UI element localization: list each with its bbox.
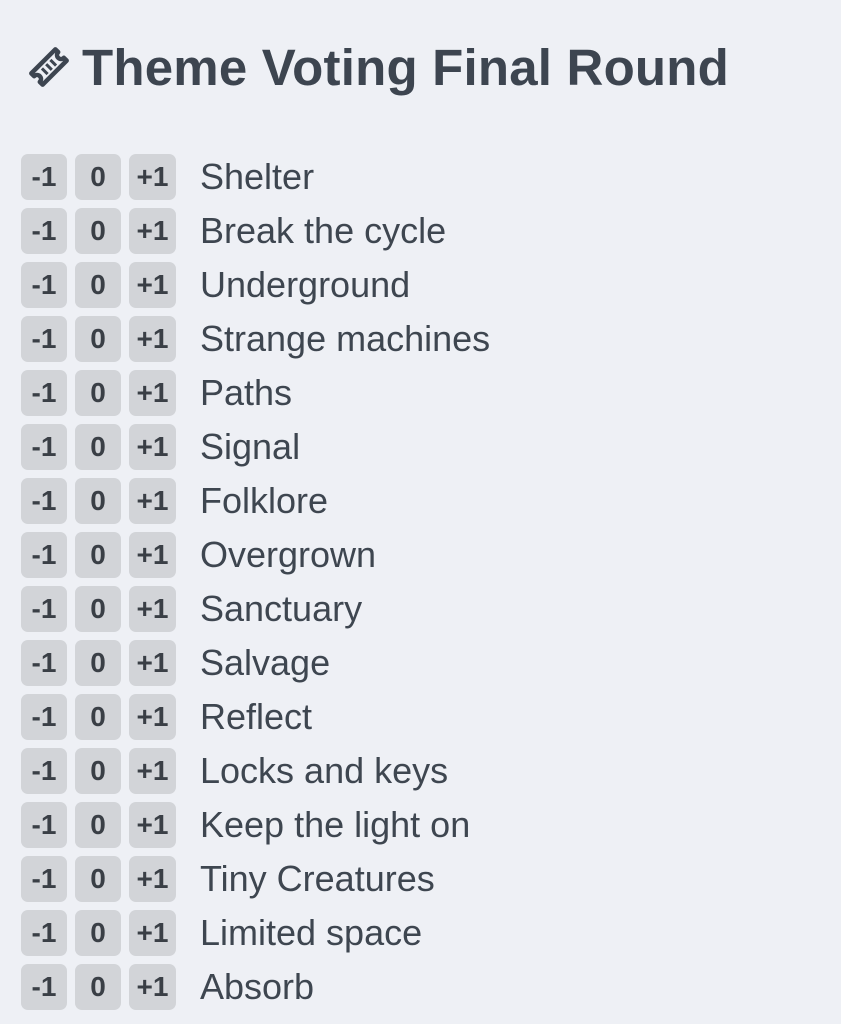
- theme-row: -1 0 +1 Reflect: [21, 690, 821, 744]
- theme-label: Keep the light on: [200, 804, 471, 845]
- vote-zero-button[interactable]: 0: [75, 370, 121, 416]
- theme-label: Shelter: [200, 156, 315, 197]
- vote-zero-button[interactable]: 0: [75, 748, 121, 794]
- vote-minus-one-button[interactable]: -1: [21, 262, 67, 308]
- vote-minus-one-button[interactable]: -1: [21, 586, 67, 632]
- vote-minus-one-button[interactable]: -1: [21, 154, 67, 200]
- theme-label: Salvage: [200, 642, 331, 683]
- vote-plus-one-button[interactable]: +1: [129, 370, 176, 416]
- vote-plus-one-button[interactable]: +1: [129, 262, 176, 308]
- vote-zero-button[interactable]: 0: [75, 856, 121, 902]
- theme-label: Sanctuary: [200, 588, 363, 629]
- ticket-icon: [26, 44, 72, 90]
- theme-label: Strange machines: [200, 318, 491, 359]
- vote-minus-one-button[interactable]: -1: [21, 748, 67, 794]
- theme-label: Tiny Creatures: [200, 858, 435, 899]
- vote-zero-button[interactable]: 0: [75, 802, 121, 848]
- vote-plus-one-button[interactable]: +1: [129, 478, 176, 524]
- vote-plus-one-button[interactable]: +1: [129, 856, 176, 902]
- vote-zero-button[interactable]: 0: [75, 262, 121, 308]
- vote-minus-one-button[interactable]: -1: [21, 694, 67, 740]
- vote-plus-one-button[interactable]: +1: [129, 748, 176, 794]
- theme-row: -1 0 +1 Break the cycle: [21, 204, 821, 258]
- vote-zero-button[interactable]: 0: [75, 640, 121, 686]
- theme-label: Absorb: [200, 966, 315, 1007]
- vote-minus-one-button[interactable]: -1: [21, 856, 67, 902]
- vote-minus-one-button[interactable]: -1: [21, 370, 67, 416]
- vote-zero-button[interactable]: 0: [75, 154, 121, 200]
- vote-zero-button[interactable]: 0: [75, 208, 121, 254]
- vote-minus-one-button[interactable]: -1: [21, 910, 67, 956]
- theme-row: -1 0 +1 Folklore: [21, 474, 821, 528]
- theme-vote-list: -1 0 +1 Shelter -1 0 +1 Break the cycle …: [21, 150, 821, 1014]
- theme-row: -1 0 +1 Signal: [21, 420, 821, 474]
- theme-label: Overgrown: [200, 534, 377, 575]
- vote-zero-button[interactable]: 0: [75, 586, 121, 632]
- theme-label: Reflect: [200, 696, 313, 737]
- theme-label: Underground: [200, 264, 411, 305]
- vote-plus-one-button[interactable]: +1: [129, 802, 176, 848]
- vote-zero-button[interactable]: 0: [75, 964, 121, 1010]
- vote-minus-one-button[interactable]: -1: [21, 802, 67, 848]
- page-header: Theme Voting Final Round: [26, 32, 729, 102]
- vote-plus-one-button[interactable]: +1: [129, 424, 176, 470]
- theme-row: -1 0 +1 Overgrown: [21, 528, 821, 582]
- vote-minus-one-button[interactable]: -1: [21, 208, 67, 254]
- vote-zero-button[interactable]: 0: [75, 532, 121, 578]
- vote-minus-one-button[interactable]: -1: [21, 532, 67, 578]
- vote-zero-button[interactable]: 0: [75, 424, 121, 470]
- vote-zero-button[interactable]: 0: [75, 910, 121, 956]
- theme-row: -1 0 +1 Absorb: [21, 960, 821, 1014]
- theme-label: Limited space: [200, 912, 423, 953]
- vote-zero-button[interactable]: 0: [75, 694, 121, 740]
- theme-row: -1 0 +1 Limited space: [21, 906, 821, 960]
- vote-minus-one-button[interactable]: -1: [21, 316, 67, 362]
- vote-plus-one-button[interactable]: +1: [129, 586, 176, 632]
- vote-minus-one-button[interactable]: -1: [21, 478, 67, 524]
- theme-label: Folklore: [200, 480, 329, 521]
- vote-plus-one-button[interactable]: +1: [129, 532, 176, 578]
- theme-row: -1 0 +1 Strange machines: [21, 312, 821, 366]
- vote-plus-one-button[interactable]: +1: [129, 316, 176, 362]
- theme-row: -1 0 +1 Paths: [21, 366, 821, 420]
- theme-label: Locks and keys: [200, 750, 449, 791]
- vote-zero-button[interactable]: 0: [75, 478, 121, 524]
- vote-minus-one-button[interactable]: -1: [21, 640, 67, 686]
- theme-row: -1 0 +1 Salvage: [21, 636, 821, 690]
- theme-row: -1 0 +1 Keep the light on: [21, 798, 821, 852]
- vote-minus-one-button[interactable]: -1: [21, 964, 67, 1010]
- theme-label: Break the cycle: [200, 210, 447, 251]
- theme-row: -1 0 +1 Sanctuary: [21, 582, 821, 636]
- vote-zero-button[interactable]: 0: [75, 316, 121, 362]
- vote-plus-one-button[interactable]: +1: [129, 208, 176, 254]
- vote-plus-one-button[interactable]: +1: [129, 154, 176, 200]
- theme-row: -1 0 +1 Underground: [21, 258, 821, 312]
- page-title: Theme Voting Final Round: [82, 38, 729, 96]
- theme-row: -1 0 +1 Shelter: [21, 150, 821, 204]
- vote-plus-one-button[interactable]: +1: [129, 910, 176, 956]
- vote-plus-one-button[interactable]: +1: [129, 694, 176, 740]
- theme-row: -1 0 +1 Locks and keys: [21, 744, 821, 798]
- vote-plus-one-button[interactable]: +1: [129, 640, 176, 686]
- theme-label: Signal: [200, 426, 301, 467]
- vote-plus-one-button[interactable]: +1: [129, 964, 176, 1010]
- theme-row: -1 0 +1 Tiny Creatures: [21, 852, 821, 906]
- vote-minus-one-button[interactable]: -1: [21, 424, 67, 470]
- theme-label: Paths: [200, 372, 293, 413]
